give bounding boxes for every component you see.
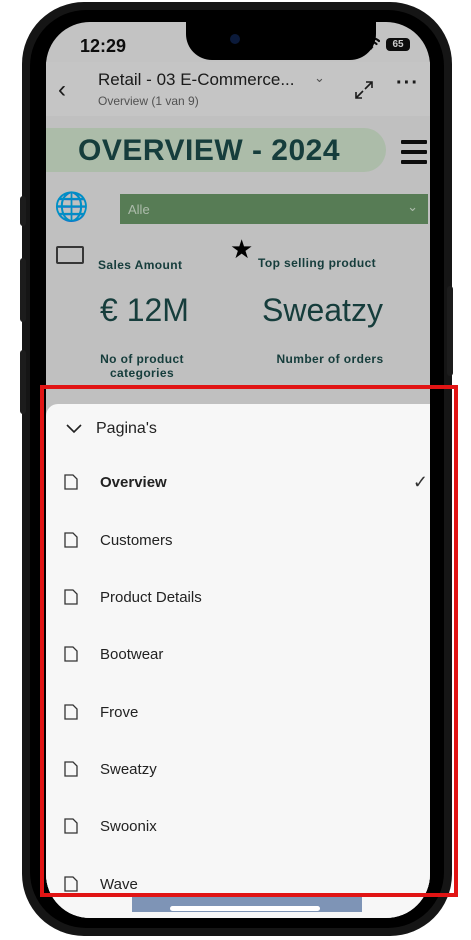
home-indicator[interactable] [170, 906, 320, 911]
notch [186, 22, 376, 60]
side-button-right [447, 286, 453, 376]
side-button-left-3 [20, 350, 26, 414]
highlight-box [40, 385, 458, 897]
camera-dot [230, 34, 240, 44]
side-button-left-2 [20, 258, 26, 322]
side-button-left-1 [20, 196, 26, 226]
